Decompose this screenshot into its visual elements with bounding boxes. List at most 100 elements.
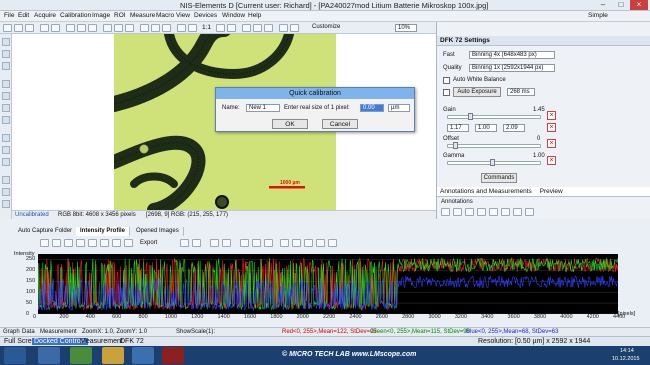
chrome-icon[interactable]	[70, 347, 92, 364]
pointer-icon[interactable]	[2, 38, 10, 46]
menu-edit[interactable]: Edit	[18, 12, 29, 19]
red-channel-icon[interactable]	[240, 239, 249, 247]
line-annot-icon[interactable]	[465, 208, 474, 216]
measure-tool-icon[interactable]	[2, 158, 10, 166]
zoom-tool-icon[interactable]	[2, 50, 10, 58]
save-icon[interactable]	[14, 24, 23, 32]
gamma-slider[interactable]	[447, 159, 541, 166]
lut-icon[interactable]	[103, 24, 112, 32]
awb-checkbox[interactable]	[443, 77, 450, 84]
menu-acquire[interactable]: Acquire	[34, 12, 56, 19]
camera-icon[interactable]	[88, 24, 97, 32]
name-input[interactable]: New 1	[246, 104, 280, 112]
poly-profile-icon[interactable]	[64, 239, 73, 247]
arrow-tool-icon[interactable]	[2, 146, 10, 154]
blue-channel-icon[interactable]	[264, 239, 273, 247]
menu-roi[interactable]: ROI	[114, 12, 126, 19]
chart-icon[interactable]	[124, 239, 133, 247]
measurement-tab[interactable]: Measurement	[40, 329, 77, 335]
graph-tab[interactable]: Graph	[3, 329, 20, 335]
text-annot-icon[interactable]	[453, 208, 462, 216]
table-icon[interactable]	[304, 239, 313, 247]
outlook-icon[interactable]	[132, 347, 154, 364]
customize-button[interactable]: Customize	[312, 24, 340, 30]
menu-file[interactable]: File	[4, 12, 14, 19]
awb-label[interactable]: Auto White Balance	[453, 77, 506, 83]
fit-icon[interactable]	[188, 24, 197, 32]
rgb-reset-icon[interactable]: ×	[547, 123, 556, 132]
ms-icon[interactable]	[210, 239, 219, 247]
measure-icon[interactable]	[151, 24, 160, 32]
layers-icon[interactable]	[290, 24, 299, 32]
roi-icon[interactable]	[140, 24, 149, 32]
copy-graph-icon[interactable]	[192, 239, 201, 247]
green-gain[interactable]: 1.00	[475, 124, 497, 132]
ok-button[interactable]: OK	[272, 119, 308, 129]
commands-button[interactable]: Commands	[481, 173, 517, 183]
line-profile-icon[interactable]	[40, 239, 49, 247]
menu-window[interactable]: Window	[222, 12, 245, 19]
hand-icon[interactable]	[242, 24, 251, 32]
layout-icon[interactable]	[328, 239, 337, 247]
zoom-out-icon[interactable]	[227, 24, 236, 32]
rotate-icon[interactable]	[253, 24, 262, 32]
annotations-tab-label[interactable]: Annotations and Measurements	[440, 188, 532, 195]
unit-select[interactable]: µm	[388, 104, 410, 112]
open-icon[interactable]	[3, 24, 12, 32]
fast-select[interactable]: Binning 4x (648x483 px)	[469, 51, 555, 59]
area-tool-icon[interactable]	[2, 200, 10, 208]
tab-opened-images[interactable]: Opened Images	[132, 227, 184, 236]
poly-tool-icon[interactable]	[2, 116, 10, 124]
offset-reset-icon[interactable]: ×	[547, 139, 556, 148]
annotations-tab[interactable]: Annotations and Measurements Preview	[437, 187, 650, 197]
zoom-in-icon[interactable]	[216, 24, 225, 32]
scale-annot-icon[interactable]	[513, 208, 522, 216]
menu-image[interactable]: Image	[92, 12, 110, 19]
data-tab[interactable]: Data	[22, 329, 35, 335]
color-annot-icon[interactable]	[525, 208, 534, 216]
cancel-button[interactable]: Cancel	[322, 119, 358, 129]
contrast-icon[interactable]	[114, 24, 123, 32]
print-icon[interactable]	[25, 24, 34, 32]
scale-label[interactable]: 1:1	[202, 24, 211, 31]
size-input[interactable]: 0.00	[360, 104, 384, 112]
gain-slider[interactable]	[447, 113, 541, 120]
nis-elements-icon[interactable]	[162, 347, 184, 364]
calibration-status[interactable]: Uncalibrated	[15, 212, 49, 218]
minimize-button[interactable]: –	[594, 0, 612, 10]
start-icon[interactable]	[4, 347, 26, 364]
angle-tool-icon[interactable]	[2, 188, 10, 196]
arrow-profile-icon[interactable]	[52, 239, 61, 247]
minus-icon[interactable]	[292, 239, 301, 247]
menu-calibration[interactable]: Calibration	[60, 12, 91, 19]
text-tool-icon[interactable]	[2, 134, 10, 142]
ruler-icon[interactable]	[162, 24, 171, 32]
tab-intensity-profile[interactable]: Intensity Profile	[76, 227, 131, 236]
overlay-icon[interactable]	[279, 24, 288, 32]
circle-profile-icon[interactable]	[100, 239, 109, 247]
red-gain[interactable]: 1.17	[447, 124, 469, 132]
explorer-icon[interactable]	[102, 347, 124, 364]
ie-icon[interactable]	[38, 347, 60, 364]
menu-measure[interactable]: Measure	[130, 12, 155, 19]
h-line-icon[interactable]	[76, 239, 85, 247]
menu-help[interactable]: Help	[248, 12, 261, 19]
rect-tool-icon[interactable]	[2, 92, 10, 100]
gain-reset-icon[interactable]: ×	[547, 111, 556, 120]
live-icon[interactable]	[66, 24, 75, 32]
dfk72-tab[interactable]: DFK 72	[120, 338, 144, 345]
blue-gain[interactable]: 2.09	[503, 124, 525, 132]
close-button[interactable]: ×	[630, 0, 648, 10]
grid-icon[interactable]	[177, 24, 186, 32]
menu-view[interactable]: View	[176, 12, 190, 19]
ellipse-tool-icon[interactable]	[2, 104, 10, 112]
settings-graph-icon[interactable]	[316, 239, 325, 247]
preview-tab[interactable]: Preview	[540, 188, 563, 195]
auto-exposure-button[interactable]: Auto Exposure	[453, 87, 501, 97]
quality-select[interactable]: Binning 1x (2592x1944 px)	[469, 64, 555, 72]
exposure-select[interactable]: 268 ms	[507, 88, 535, 96]
offset-slider[interactable]	[447, 142, 541, 149]
tab-auto-capture[interactable]: Auto Capture Folder	[14, 227, 78, 236]
grid-profile-icon[interactable]	[112, 239, 121, 247]
undo-icon[interactable]	[40, 24, 49, 32]
